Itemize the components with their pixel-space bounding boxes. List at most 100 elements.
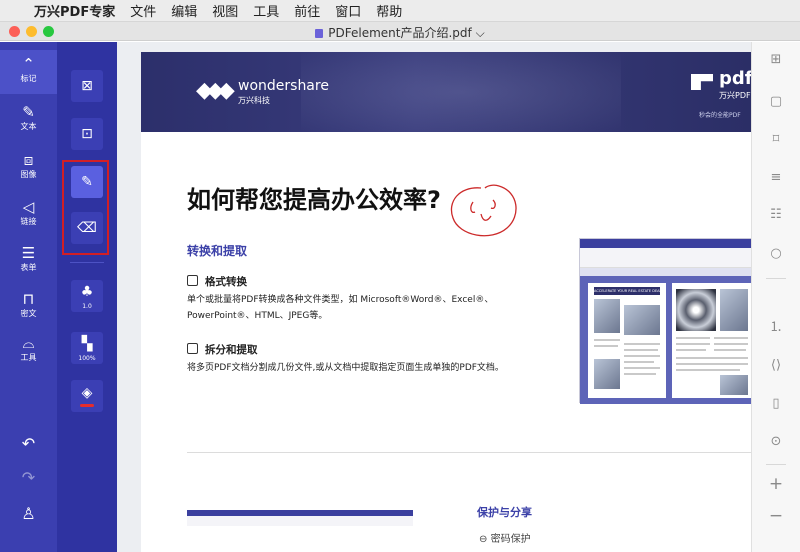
grid-view-icon[interactable]: ⊞ [763, 50, 789, 70]
sidebar-item-label: 表单 [20, 263, 37, 272]
menu-tools[interactable]: 工具 [253, 1, 279, 20]
convert-icon [187, 275, 198, 286]
window-title[interactable]: PDFelement产品介绍.pdf ⌵ [0, 24, 800, 41]
pdf-file-icon [315, 29, 324, 38]
sidebar-item-form[interactable]: ☰ 表单 [0, 239, 57, 283]
section-divider [187, 452, 751, 453]
page-icon[interactable]: ▢ [763, 92, 789, 112]
product-tagline: 秒会的全能PDF [699, 112, 741, 119]
menu-bar: 万兴PDF专家 文件 编辑 视图 工具 前往 窗口 帮助 [0, 0, 800, 22]
sidebar-item-image[interactable]: ⧈ 图像 [0, 146, 57, 190]
tool-divider [70, 262, 104, 263]
sidebar-item-redact[interactable]: ⊓ 密文 [0, 285, 57, 329]
pdfelement-mark-icon [691, 74, 713, 90]
undo-icon[interactable]: ↶ [0, 434, 57, 453]
sidebar-item-label: 文本 [20, 122, 37, 131]
format-convert-text: 单个或批量将PDF转换成各种文件类型，如 Microsoft®Word®、Exc… [187, 292, 547, 324]
sidebar-item-label: 工具 [20, 353, 37, 362]
brand-name: wondershare [238, 78, 329, 94]
sidebar-item-tools[interactable]: ⌓ 工具 [0, 329, 57, 373]
page-heading: 如何帮您提高办公效率? [187, 186, 441, 214]
menu-help[interactable]: 帮助 [376, 1, 402, 20]
image-icon: ⧈ [23, 151, 34, 169]
menu-file[interactable]: 文件 [130, 1, 156, 20]
sidebar-item-link[interactable]: ◁ 链接 [0, 193, 57, 237]
document-viewport[interactable]: ◆◆◆ wondershare 万兴科技 pdfe 万兴PDF 秒会的全能PDF… [117, 42, 751, 552]
sidebar-item-label: 链接 [20, 217, 37, 226]
list-icon[interactable]: ☷ [763, 205, 789, 225]
main-sidebar: ⌃ 标记 ✎ 文本 ⧈ 图像 ◁ 链接 ☰ 表单 ⊓ 密文 ⌓ 工具 ↶ ↷ ♙ [0, 42, 57, 552]
search-icon[interactable]: ○ [763, 244, 789, 264]
product-name: pdfe [719, 68, 751, 89]
sidebar-item-label: 图像 [20, 170, 37, 179]
text-box-icon[interactable]: ⊡ [71, 118, 103, 150]
right-panel: ⊞ ▢ ⌑ ≡ ☷ ○ ⒈ ⟨⟩ ▯ ⊙ + − [751, 42, 800, 552]
highlight-box [62, 160, 109, 255]
lock-icon: ⊖ [479, 534, 488, 545]
format-convert-label: 格式转换 [205, 276, 247, 288]
wondershare-mark-icon: ◆◆◆ [196, 78, 235, 103]
panel-divider [766, 464, 786, 465]
title-bar: PDFelement产品介绍.pdf ⌵ [0, 22, 800, 41]
section-convert-title: 转换和提取 [187, 244, 248, 258]
fill-color-button[interactable]: ◈ [71, 380, 103, 412]
opacity-value: 100% [78, 355, 96, 362]
opacity-icon: ▚ [81, 336, 93, 352]
page-banner: ◆◆◆ wondershare 万兴科技 pdfe 万兴PDF 秒会的全能PDF [141, 52, 751, 132]
password-protect-label: 密码保护 [490, 534, 531, 545]
sidebar-item-text[interactable]: ✎ 文本 [0, 98, 57, 142]
pdf-page: ◆◆◆ wondershare 万兴科技 pdfe 万兴PDF 秒会的全能PDF… [141, 52, 751, 552]
sidebar-item-label: 密文 [20, 309, 37, 318]
page-number-icon[interactable]: ⒈ [763, 318, 789, 338]
close-annotation-icon[interactable]: ⊠ [71, 70, 103, 102]
sidebar-item-markup[interactable]: ⌃ 标记 [0, 50, 57, 94]
password-protect-item: ⊖ 密码保护 [479, 530, 531, 545]
pencil-text-icon: ✎ [22, 103, 35, 121]
paragraph-line: PowerPoint®、HTML、JPEG等。 [187, 311, 328, 321]
split-extract-label: 拆分和提取 [205, 344, 258, 356]
product-subtitle: 万兴PDF [719, 91, 751, 100]
link-icon: ◁ [22, 198, 35, 216]
format-convert-heading: 格式转换 [187, 274, 247, 289]
paragraph-line: 单个或批量将PDF转换成各种文件类型，如 Microsoft®Word®、Exc… [187, 295, 494, 305]
menu-edit[interactable]: 编辑 [171, 1, 197, 20]
split-icon [187, 343, 198, 354]
sidebar-item-label: 标记 [20, 74, 37, 83]
title-chevron-icon: ⌵ [475, 26, 485, 40]
code-icon[interactable]: ⟨⟩ [763, 356, 789, 376]
menu-app[interactable]: 万兴PDF专家 [34, 1, 115, 20]
fill-color-icon: ◈ [81, 385, 93, 401]
redact-icon: ⊓ [22, 290, 35, 308]
freehand-drawing-annotation[interactable] [441, 178, 527, 246]
color-swatch [80, 404, 94, 407]
scan-icon[interactable]: ⊙ [763, 432, 789, 452]
menu-window[interactable]: 窗口 [335, 1, 361, 20]
markup-tool-strip: ⊠ ⊡ ✎ ⌫ ♣ 1.0 ▚ 100% ◈ [57, 42, 117, 552]
paragraph-line: 将多页PDF文档分割成几份文件,或从文档中提取指定页面生成单独的PDF文档。 [187, 363, 504, 373]
outline-icon[interactable]: ≡ [763, 168, 789, 188]
opacity-button[interactable]: ▚ 100% [71, 332, 103, 364]
split-extract-heading: 拆分和提取 [187, 342, 258, 357]
account-icon[interactable]: ♙ [0, 504, 57, 523]
redo-icon[interactable]: ↷ [0, 468, 57, 487]
panel-divider [766, 278, 786, 279]
line-thickness-icon: ♣ [80, 284, 94, 300]
section-protect-title: 保护与分享 [477, 506, 532, 519]
zoom-out-icon[interactable]: − [763, 506, 789, 526]
menu-view[interactable]: 视图 [212, 1, 238, 20]
embedded-toolbar-screenshot [187, 510, 413, 552]
document-icon[interactable]: ▯ [763, 394, 789, 414]
document-name: PDFelement产品介绍.pdf [328, 26, 472, 40]
markup-icon: ⌃ [22, 55, 35, 73]
form-icon: ☰ [21, 244, 36, 262]
tools-icon: ⌓ [22, 334, 35, 352]
zoom-in-icon[interactable]: + [763, 474, 789, 494]
bookmark-icon[interactable]: ⌑ [763, 130, 789, 150]
embedded-title: ACCELERATE YOUR REAL ESTATE DEALS [594, 287, 660, 295]
brand-subtitle: 万兴科技 [238, 96, 270, 105]
split-extract-text: 将多页PDF文档分割成几份文件,或从文档中提取指定页面生成单独的PDF文档。 [187, 360, 547, 376]
line-thickness-value: 1.0 [82, 303, 92, 310]
menu-go[interactable]: 前往 [294, 1, 320, 20]
line-thickness-button[interactable]: ♣ 1.0 [71, 280, 103, 312]
embedded-screenshot: ACCELERATE YOUR REAL ESTATE DEALS [579, 238, 751, 404]
